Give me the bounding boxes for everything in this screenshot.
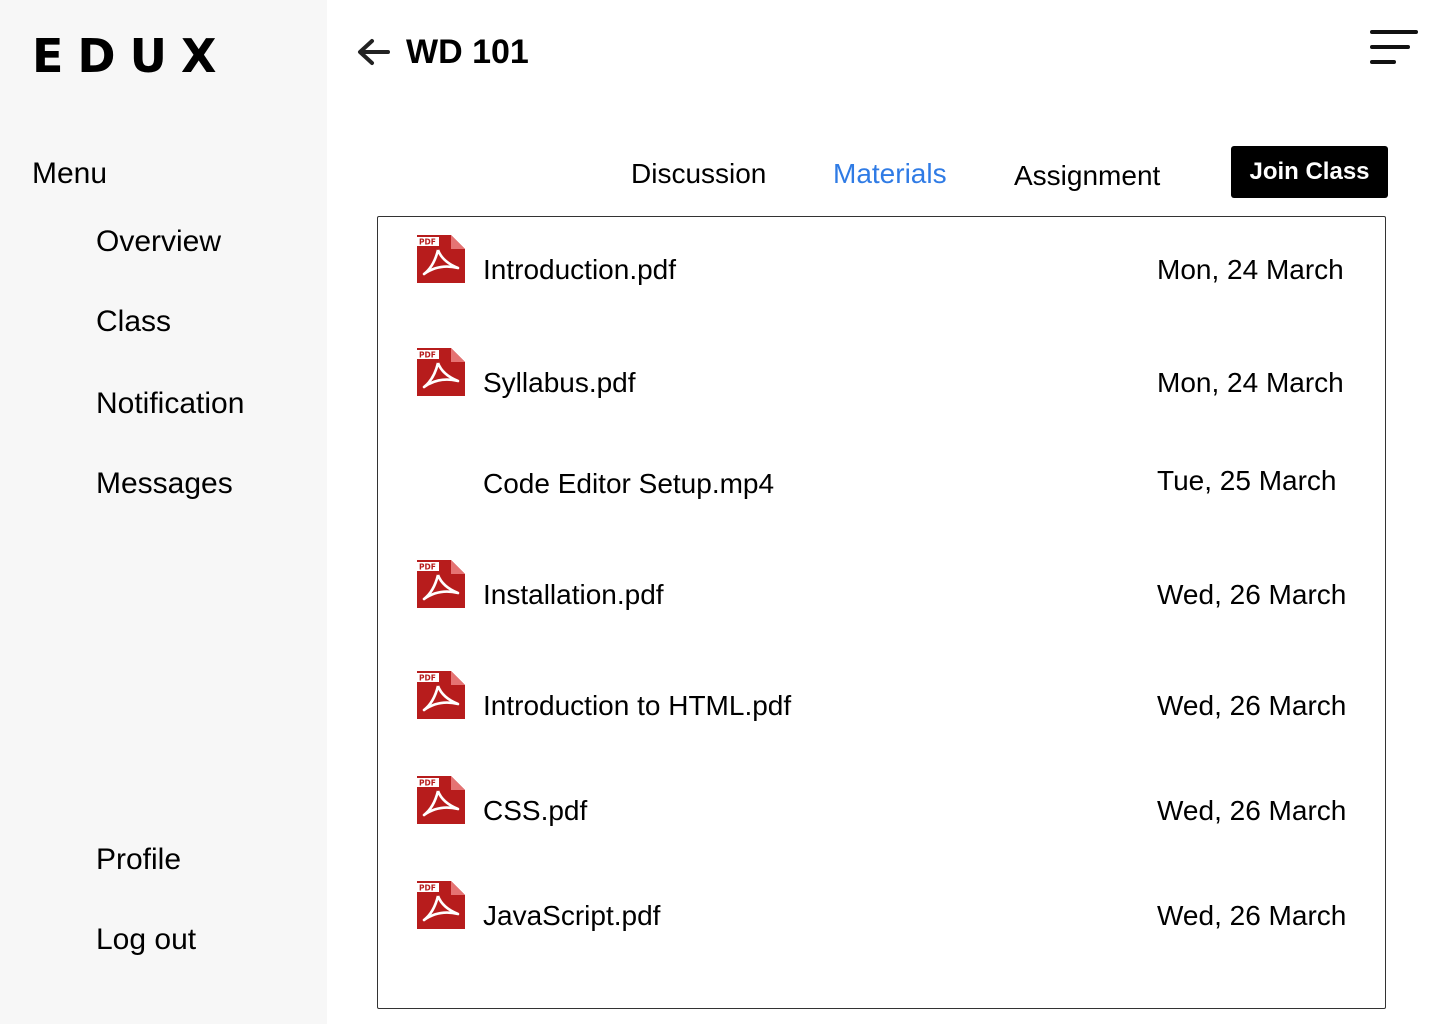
pdf-file-icon[interactable]: PDF	[416, 670, 466, 720]
page-title: WD 101	[406, 33, 529, 71]
tab-discussion[interactable]: Discussion	[631, 156, 766, 192]
material-name[interactable]: Code Editor Setup.mp4	[483, 467, 774, 501]
material-name[interactable]: CSS.pdf	[483, 794, 587, 828]
sidebar: EDUX Menu Overview Class Notification Me…	[0, 0, 327, 1024]
sidebar-item-overview[interactable]: Overview	[96, 224, 221, 260]
sidebar-item-profile[interactable]: Profile	[96, 842, 181, 878]
materials-list: PDF Introduction.pdf Mon, 24 March PDF S…	[377, 216, 1386, 1009]
material-date: Mon, 24 March	[1157, 367, 1344, 398]
material-date: Wed, 26 March	[1157, 690, 1347, 721]
menu-heading: Menu	[32, 157, 108, 190]
tab-assignment[interactable]: Assignment	[1014, 158, 1160, 194]
pdf-file-icon[interactable]: PDF	[416, 347, 466, 397]
tab-materials[interactable]: Materials	[833, 156, 947, 192]
sidebar-item-notification[interactable]: Notification	[96, 386, 244, 422]
material-date: Wed, 26 March	[1157, 795, 1347, 826]
join-class-button[interactable]: Join Class	[1231, 146, 1388, 198]
svg-text:PDF: PDF	[419, 779, 436, 788]
pdf-file-icon[interactable]: PDF	[416, 559, 466, 609]
material-date: Wed, 26 March	[1157, 900, 1347, 931]
material-name[interactable]: Introduction to HTML.pdf	[483, 689, 791, 723]
material-date: Tue, 25 March	[1157, 465, 1337, 496]
material-date: Wed, 26 March	[1157, 579, 1347, 610]
material-name[interactable]: Syllabus.pdf	[483, 366, 636, 400]
hamburger-menu-icon[interactable]	[1368, 26, 1420, 70]
sidebar-item-logout[interactable]: Log out	[96, 922, 196, 958]
material-date: Mon, 24 March	[1157, 254, 1344, 285]
app-logo[interactable]: EDUX	[32, 30, 230, 82]
svg-text:PDF: PDF	[419, 563, 436, 572]
pdf-file-icon[interactable]: PDF	[416, 880, 466, 930]
pdf-file-icon[interactable]: PDF	[416, 775, 466, 825]
material-name[interactable]: JavaScript.pdf	[483, 899, 660, 933]
svg-text:PDF: PDF	[419, 351, 436, 360]
svg-text:PDF: PDF	[419, 884, 436, 893]
arrow-left-icon[interactable]	[354, 34, 394, 70]
svg-text:PDF: PDF	[419, 238, 436, 247]
material-name[interactable]: Introduction.pdf	[483, 253, 676, 287]
sidebar-item-messages[interactable]: Messages	[96, 466, 233, 502]
pdf-file-icon[interactable]: PDF	[416, 234, 466, 284]
svg-text:PDF: PDF	[419, 674, 436, 683]
material-name[interactable]: Installation.pdf	[483, 578, 664, 612]
sidebar-item-class[interactable]: Class	[96, 304, 171, 340]
